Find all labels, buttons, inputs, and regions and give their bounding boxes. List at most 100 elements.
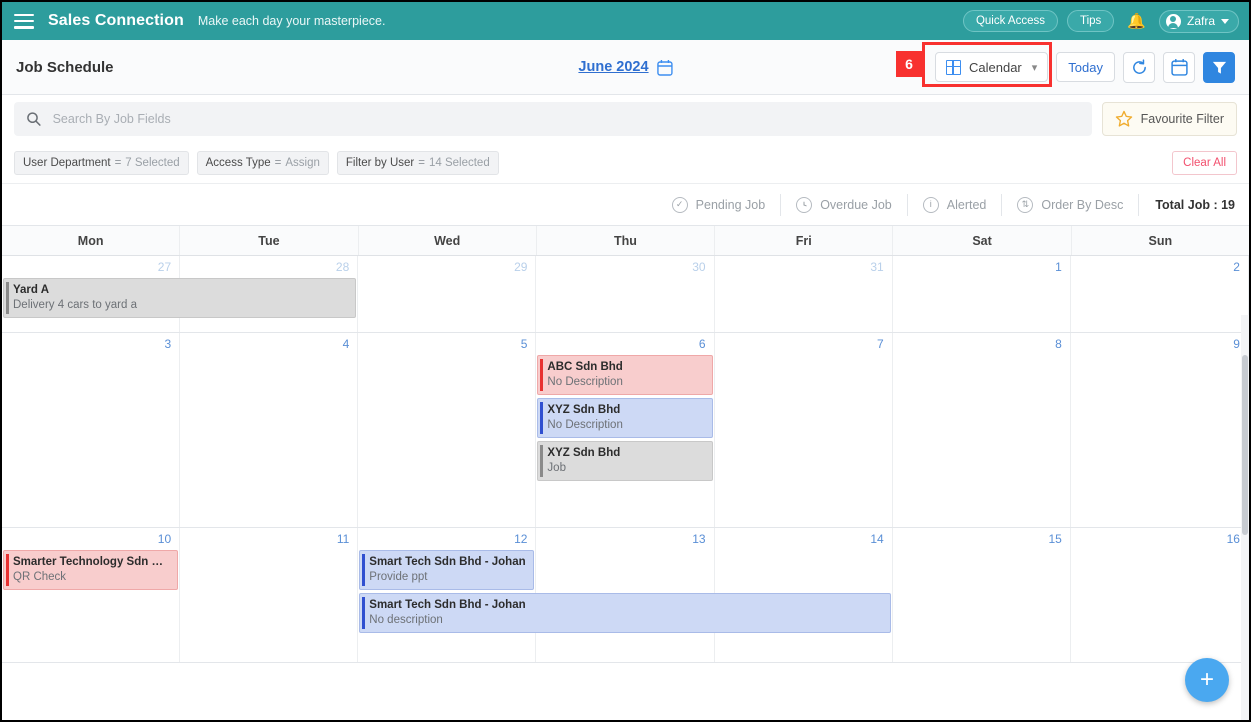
hamburger-icon[interactable] [14, 13, 34, 29]
legend-overdue-job[interactable]: Overdue Job [781, 193, 908, 216]
chip-equals: = [274, 156, 282, 169]
event-status-bar [362, 597, 366, 629]
weekday-sun: Sun [1148, 234, 1173, 248]
search-row: Favourite Filter [2, 95, 1249, 142]
day-number: 1 [1055, 260, 1062, 274]
calendar-day-cell[interactable]: 4 [180, 333, 359, 527]
calendar-event[interactable]: Smart Tech Sdn Bhd - Johan No description [359, 593, 891, 633]
calendar-event[interactable]: XYZ Sdn Bhd Job [537, 441, 713, 481]
funnel-icon [1212, 61, 1226, 74]
calendar-event[interactable]: Smarter Technology Sdn Bh... QR Check [3, 550, 179, 590]
day-number: 8 [1055, 337, 1062, 351]
search-icon [27, 111, 41, 126]
user-menu[interactable]: Zafra [1158, 9, 1239, 33]
legend-label: Alerted [946, 197, 987, 212]
day-number: 30 [692, 260, 706, 274]
calendar-day-cell[interactable]: 11 [180, 528, 359, 662]
calendar-event[interactable]: Yard A Delivery 4 cars to yard a [3, 278, 357, 318]
chip-value: Assign [285, 156, 320, 169]
event-status-bar [540, 445, 544, 477]
calendar-day-cell[interactable]: 31 [715, 256, 893, 332]
event-title: Smart Tech Sdn Bhd - Johan [369, 556, 526, 568]
calendar-day-cell[interactable]: 9 [1071, 333, 1249, 527]
legend-order-by-desc[interactable]: ⇅ Order By Desc [1002, 193, 1140, 216]
add-job-fab[interactable]: + [1185, 658, 1229, 702]
scrollbar-thumb[interactable] [1242, 355, 1248, 535]
chip-equals: = [114, 156, 122, 169]
chip-value: 7 Selected [125, 156, 180, 169]
app-tagline: Make each day your masterpiece. [197, 14, 386, 28]
calendar-day-cell[interactable]: 15 [893, 528, 1071, 662]
page-title: Job Schedule [16, 58, 114, 76]
check-circle-icon: ✓ [671, 196, 688, 213]
calendar-scrollbar[interactable] [1241, 315, 1249, 720]
favourite-filter-label: Favourite Filter [1140, 111, 1224, 126]
day-number: 13 [692, 532, 706, 546]
weekday-header: Mon Tue Wed Thu Fri Sat Sun [2, 226, 1249, 256]
app-window: Sales Connection Make each day your mast… [0, 0, 1251, 722]
calendar-day-cell[interactable]: 2 [1071, 256, 1249, 332]
calendar-week: 27 28 29 30 31 1 2 Yard A Delivery 4 cars to yar… [2, 256, 1249, 333]
day-number: 29 [514, 260, 528, 274]
clear-all-button[interactable]: Clear All [1172, 150, 1237, 175]
calendar-day-cell[interactable]: 16 [1071, 528, 1249, 662]
calendar-event[interactable]: ABC Sdn Bhd No Description [537, 355, 713, 395]
day-number: 3 [164, 337, 172, 351]
event-title: Smart Tech Sdn Bhd - Johan [369, 599, 526, 611]
chip-label: User Department [23, 156, 111, 169]
favourite-filter-button[interactable]: Favourite Filter [1101, 101, 1237, 136]
search-input[interactable] [52, 111, 1080, 126]
calendar-grid: Mon Tue Wed Thu Fri Sat Sun 27 28 29 30 31 1 2… [2, 226, 1249, 663]
event-status-bar [540, 359, 544, 391]
sort-icon: ⇅ [1017, 196, 1034, 213]
view-mode-label: Calendar [969, 59, 1022, 75]
grid-icon [946, 59, 961, 75]
chip-equals: = [418, 156, 425, 169]
filter-chip-user-department[interactable]: User Department = 7 Selected [14, 150, 189, 175]
event-status-bar [362, 554, 366, 586]
calendar-day-cell[interactable]: 3 [2, 333, 181, 527]
filter-chip-access-type[interactable]: Access Type = Assign [196, 150, 329, 175]
event-description: No Description [547, 376, 623, 388]
day-number: 6 [698, 337, 706, 351]
calendar-day-cell[interactable]: 1 [893, 256, 1071, 332]
view-mode-select[interactable]: Calendar ▾ [935, 52, 1049, 82]
event-description: Delivery 4 cars to yard a [13, 299, 137, 311]
weekday-sat: Sat [893, 226, 1072, 255]
calendar-day-cell[interactable]: 29 [358, 256, 537, 332]
chip-label: Filter by User [345, 156, 415, 169]
calendar-event[interactable]: Smart Tech Sdn Bhd - Johan Provide ppt [359, 550, 535, 590]
day-number: 10 [157, 532, 172, 546]
calendar-day-cell[interactable]: 7 [715, 333, 893, 527]
calendar-day-cell[interactable]: 30 [536, 256, 715, 332]
event-title: ABC Sdn Bhd [547, 361, 623, 373]
weekday-tue: Tue [180, 226, 359, 255]
current-month-label[interactable]: June 2024 [578, 59, 648, 75]
quick-access-button[interactable]: Quick Access [962, 10, 1058, 32]
filter-button[interactable] [1203, 51, 1235, 83]
avatar [1165, 13, 1181, 29]
refresh-button[interactable] [1123, 51, 1155, 83]
bell-icon[interactable]: 🔔 [1123, 12, 1150, 30]
event-status-bar [6, 554, 9, 586]
legend-alerted[interactable]: i Alerted [908, 193, 1003, 216]
calendar-icon[interactable] [656, 59, 673, 76]
legend-pending-job[interactable]: ✓ Pending Job [657, 193, 782, 216]
search-box[interactable] [14, 101, 1092, 136]
calendar-day-cell[interactable]: 8 [893, 333, 1071, 527]
date-picker-button[interactable] [1163, 51, 1195, 83]
weekday-fri: Fri [715, 226, 894, 255]
calendar-day-cell[interactable]: 5 [358, 333, 537, 527]
legend-label: Overdue Job [820, 197, 892, 212]
day-number: 5 [520, 337, 528, 351]
calendar-weeks: 27 28 29 30 31 1 2 Yard A Delivery 4 cars to yar… [2, 256, 1249, 663]
day-number: 16 [1226, 532, 1240, 546]
tips-button[interactable]: Tips [1066, 10, 1115, 32]
legend-row: ✓ Pending Job Overdue Job i Alerted ⇅ Or… [2, 184, 1249, 226]
calendar-event[interactable]: XYZ Sdn Bhd No Description [537, 398, 713, 438]
star-icon [1115, 110, 1132, 127]
filter-chip-filter-by-user[interactable]: Filter by User = 14 Selected [336, 150, 499, 175]
today-button[interactable]: Today [1056, 52, 1115, 82]
calendar-day-cell[interactable]: 10 [2, 528, 181, 662]
day-number: 27 [157, 260, 172, 274]
